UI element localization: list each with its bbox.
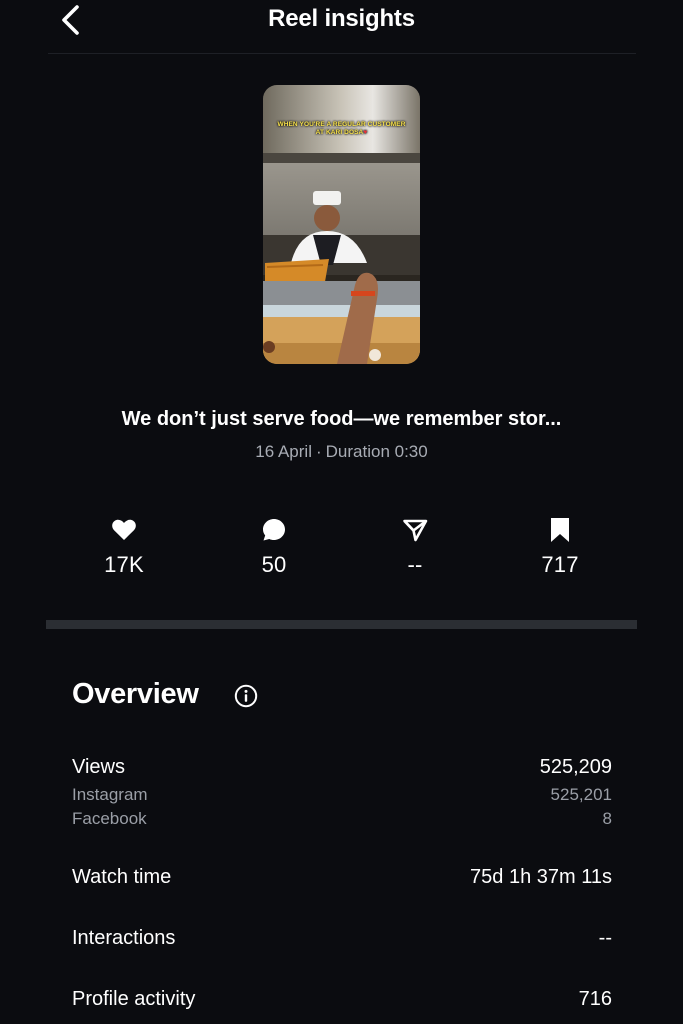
reel-title: We don’t just serve food—we remember sto… [121, 408, 562, 430]
section-divider [46, 620, 637, 629]
overview-row-facebook: Facebook 8 [72, 809, 612, 831]
overview-row-interactions[interactable]: Interactions -- [72, 927, 612, 953]
overview-title: Overview [72, 678, 199, 710]
row-value: 525,209 [539, 756, 612, 778]
row-label: Facebook [72, 809, 147, 828]
thumbnail-caption: WHEN YOU'RE A REGULAR CUSTOMER AT KARI D… [263, 121, 420, 137]
info-icon [234, 684, 258, 708]
row-label: Profile activity [72, 988, 196, 1010]
shares-count: -- [407, 552, 423, 577]
reel-insights-screen: Reel insights WHEN YOU'RE A REGULAR CUST… [0, 0, 683, 1024]
row-label: Watch time [72, 866, 172, 888]
likes-stat: 17K [69, 516, 179, 578]
page-title: Reel insights [268, 5, 415, 32]
thumbnail-caption-line1: WHEN YOU'RE A REGULAR CUSTOMER [277, 121, 406, 128]
header: Reel insights [0, 0, 683, 54]
shares-stat: -- [360, 516, 470, 578]
row-label: Views [72, 756, 125, 778]
thumbnail-caption-line2-text: AT KARI DOSA [315, 129, 364, 136]
saves-count: 717 [541, 552, 579, 577]
row-value: 716 [578, 988, 612, 1010]
row-label: Interactions [72, 927, 176, 949]
meta-separator: · [315, 442, 322, 461]
header-divider [48, 53, 636, 54]
likes-count: 17K [104, 552, 144, 577]
overview-row-views[interactable]: Views 525,209 [72, 756, 612, 782]
row-value: 8 [602, 809, 612, 828]
bookmark-icon [551, 518, 569, 542]
reel-date: 16 April [255, 442, 312, 461]
row-value: 75d 1h 37m 11s [470, 866, 612, 888]
heart-emoji-icon: ♥ [363, 129, 368, 136]
info-button[interactable] [234, 684, 258, 708]
comments-count: 50 [261, 552, 287, 577]
overview-row-profile-activity[interactable]: Profile activity 716 [72, 988, 612, 1014]
paper-plane-icon [403, 519, 428, 542]
overview-row-watch-time[interactable]: Watch time 75d 1h 37m 11s [72, 866, 612, 892]
heart-icon [112, 519, 136, 540]
comment-bubble-icon [263, 519, 285, 541]
row-label: Instagram [72, 785, 148, 804]
row-value: -- [598, 927, 612, 949]
reel-meta: 16 April · Duration 0:30 [0, 442, 683, 462]
reel-thumbnail[interactable]: WHEN YOU'RE A REGULAR CUSTOMER AT KARI D… [263, 85, 420, 364]
comments-stat: 50 [219, 516, 329, 578]
overview-row-instagram: Instagram 525,201 [72, 785, 612, 807]
reel-duration: Duration 0:30 [325, 442, 428, 461]
row-value: 525,201 [550, 785, 612, 804]
thumbnail-caption-line2: AT KARI DOSA♥ [263, 129, 420, 137]
saves-stat: 717 [505, 516, 615, 578]
